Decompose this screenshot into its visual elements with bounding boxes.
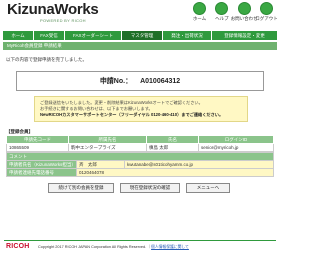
tab-fax-order-sheet[interactable]: FAXオーダーシート — [65, 31, 121, 40]
footer: RICOH Copyright 2017 RICOH JAPAN Corpora… — [0, 240, 280, 253]
members-table: 申請先コード 所属先名 氏名 ログインID 10865509 駒中エンタープライ… — [6, 135, 274, 152]
applicant-name-label: 申請者氏名（KizunaWorks担当） — [6, 160, 77, 169]
ricoh-logo: RICOH — [6, 243, 30, 250]
copyright-text: Copyright 2017 RICOH JAPAN Corporation A… — [38, 245, 189, 249]
comment-label: コメント — [6, 152, 274, 161]
home-label: ホーム — [192, 16, 207, 21]
table-row: 10865509 駒中エンタープライズ 槙島 太郎 senior@myricoh… — [6, 143, 274, 152]
mail-icon — [237, 2, 251, 15]
copyright: Copyright 2017 RICOH JAPAN Corporation A… — [38, 245, 147, 249]
home-icon — [193, 2, 206, 15]
table-cell: 10865509 — [6, 143, 69, 152]
action-buttons: 続けて別の会員を登録 現在登録状況の確認 メニューへ — [48, 183, 238, 195]
table-cell: 駒中エンタープライズ — [68, 143, 147, 152]
applicant-name-row: 申請者氏名（KizunaWorks担当） 斉 太郎 kwutanabe@s01t… — [6, 160, 275, 169]
logout-button[interactable]: ログアウト — [255, 2, 278, 26]
column-header: ログインID — [198, 135, 274, 144]
applicant-email-value: kwutanabe@s01ticohyamm.co.jp — [123, 160, 275, 169]
column-header: 氏名 — [146, 135, 199, 144]
tab-home[interactable]: ホーム — [3, 31, 33, 40]
help-label: ヘルプ — [215, 16, 229, 21]
contact-label: お問い合わせ — [230, 16, 258, 21]
info-message-box: ご登録送信をいたしました。変更・削除結果はKizunaWorksオートでご確認く… — [34, 96, 248, 122]
applicant-table: コメント 申請者氏名（KizunaWorks担当） 斉 太郎 kwutanabe… — [6, 152, 275, 177]
applicant-phone-value: 0120464078 — [75, 168, 275, 177]
contact-button[interactable]: お問い合わせ — [231, 2, 258, 26]
help-button[interactable]: ヘルプ — [212, 2, 231, 26]
menu-button[interactable]: メニューへ — [186, 183, 230, 193]
tab-registration-settings[interactable]: 登録情報設定・変更 — [212, 31, 277, 40]
header: KizunaWorks POWERED BY RICOH ホーム ヘルプ お問い… — [0, 0, 280, 30]
table-cell: senior@myricoh.jp — [198, 143, 274, 152]
logout-icon — [259, 2, 273, 15]
applicant-name-value: 斉 太郎 — [75, 160, 125, 169]
column-header: 申請先コード — [6, 135, 69, 144]
main-nav: ホーム FAX受信 FAXオーダーシート マスタ管理 発注・出荷状況 登録情報設… — [3, 31, 277, 40]
table-cell: 槙島 太郎 — [146, 143, 199, 152]
applicant-phone-row: 申請者連絡先電話番号 0120464078 — [6, 168, 275, 177]
privacy-link[interactable]: 個人情報保護に関して — [151, 245, 189, 249]
header-icons: ホーム ヘルプ お問い合わせ ログアウト — [190, 2, 278, 26]
tab-fax-receive[interactable]: FAX受信 — [34, 31, 64, 40]
home-button[interactable]: ホーム — [190, 2, 209, 26]
tab-order-shipping[interactable]: 発注・出荷状況 — [163, 31, 211, 40]
applicant-phone-label: 申請者連絡先電話番号 — [6, 168, 77, 177]
comment-row: コメント — [6, 152, 274, 161]
kizunaworks-logo[interactable]: KizunaWorks — [7, 2, 99, 18]
logout-label: ログアウト — [255, 16, 278, 21]
help-icon — [215, 2, 229, 15]
register-another-button[interactable]: 続けて別の会員を登録 — [48, 183, 114, 193]
footer-divider — [4, 240, 276, 241]
breadcrumb: MyRicoh会員登録 申請結果 — [3, 42, 277, 50]
table-header-row: 申請先コード 所属先名 氏名 ログインID — [6, 135, 274, 144]
message-line-3: NewRICOHカスタマーサポートセンター（フリーダイヤル 0120-460-4… — [40, 112, 224, 117]
logo-tagline: POWERED BY RICOH — [40, 18, 86, 23]
application-number-box: 申請No.： A010064312 — [16, 71, 264, 91]
column-header: 所属先名 — [68, 135, 147, 144]
tab-master-management[interactable]: マスタ管理 — [122, 31, 162, 40]
application-number-value: A010064312 — [140, 77, 181, 85]
completion-notice: 以下の内容で登録申請を完了しました。 — [6, 57, 87, 62]
application-number-label: 申請No.： — [99, 78, 133, 85]
check-status-button[interactable]: 現在登録状況の確認 — [120, 183, 180, 193]
